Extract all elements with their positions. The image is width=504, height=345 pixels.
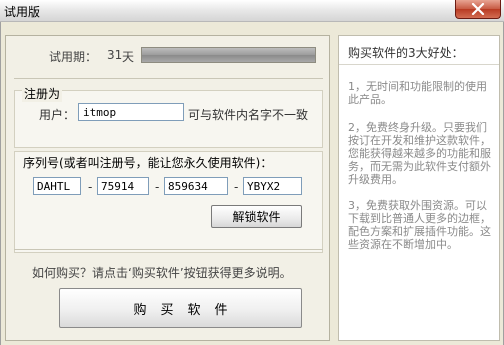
serial-separator: - [234,180,239,194]
register-title: 注册为 [22,85,63,102]
trial-progress-fill [142,48,315,62]
serial-group: 序列号(或者叫注册号，能让您永久使用软件)： - - - 解锁软件 [14,151,323,253]
serial-separator: - [88,180,93,194]
user-label: 用户： [39,108,76,122]
benefit-item: 2，免费终身升级。只要我们按订在开发和维护这款软件，您能获得越来越多的功能和服务… [348,121,491,186]
divider [14,249,323,250]
trial-dialog: 试用版 试用期： 31 天 注册为 用户： 可与软件内名字不一致 [0,0,504,345]
benefit-item: 3，免费获取外围资源。可以下载到比普通人更多的边框，配色方案和扩展插件功能。这些… [348,199,491,251]
buy-hint: 如何购买？请点击‘购买软件’按钮获得更多说明。 [32,266,292,280]
close-button[interactable] [455,0,501,19]
divider [339,64,499,65]
serial-part-4-input[interactable] [243,177,302,195]
serial-separator: - [155,180,160,194]
dialog-content: 试用期： 31 天 注册为 用户： 可与软件内名字不一致 序列号(或者叫注册号，… [0,22,504,345]
serial-part-2-input[interactable] [97,177,149,195]
trial-unit: 天 [122,50,135,64]
serial-part-1-input[interactable] [33,177,81,195]
benefits-panel: 购买软件的3大好处： 1，无时间和功能限制的使用此产品。 2，免费终身升级。只要… [338,35,500,341]
trial-label: 试用期： [49,50,98,64]
window-title: 试用版 [4,5,41,19]
divider [14,78,323,79]
username-input[interactable] [78,103,184,121]
user-hint: 可与软件内名字不一致 [188,108,309,122]
trial-progress-bar [141,47,316,63]
close-icon [471,3,485,15]
register-group: 注册为 用户： 可与软件内名字不一致 [14,85,323,148]
buy-button[interactable]: 购买软件 [59,288,302,328]
serial-part-3-input[interactable] [164,177,228,195]
benefits-title: 购买软件的3大好处： [348,46,464,60]
unlock-button[interactable]: 解锁软件 [211,205,302,228]
title-bar[interactable]: 试用版 [0,0,504,22]
benefit-item: 1，无时间和功能限制的使用此产品。 [348,80,487,106]
trial-period-row: 试用期： 31 天 [6,44,329,66]
trial-days: 31 [107,48,123,62]
serial-title: 序列号(或者叫注册号，能让您永久使用软件)： [23,156,273,170]
registration-panel: 试用期： 31 天 注册为 用户： 可与软件内名字不一致 序列号(或者叫注册号，… [5,35,330,341]
